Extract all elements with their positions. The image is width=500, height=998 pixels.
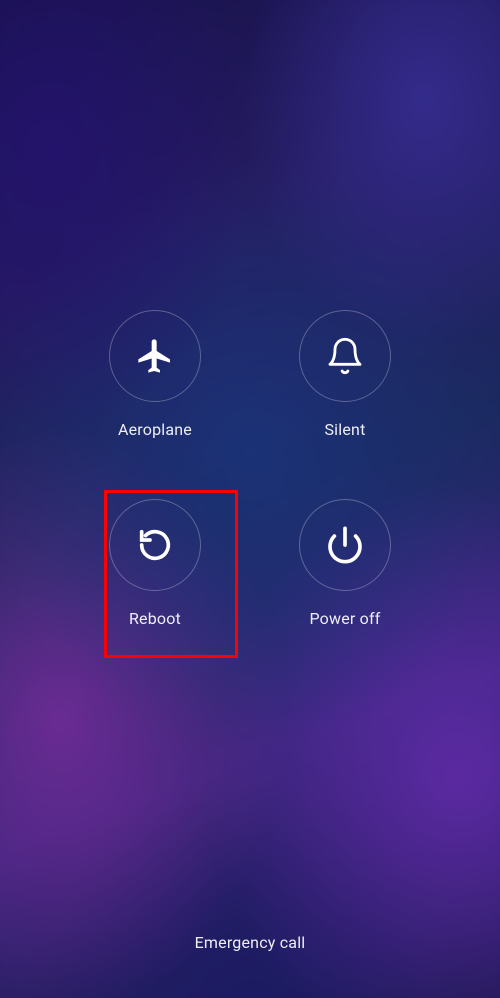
- power-menu-grid: Aeroplane Silent Reboot: [80, 310, 420, 628]
- power-icon: [325, 525, 365, 565]
- silent-label: Silent: [324, 420, 365, 439]
- power-off-label: Power off: [309, 609, 380, 628]
- reboot-icon-circle: [109, 499, 201, 591]
- emergency-call-label: Emergency call: [195, 933, 306, 952]
- reboot-icon: [135, 525, 175, 565]
- emergency-call-button[interactable]: Emergency call: [0, 933, 500, 952]
- airplane-icon: [135, 336, 175, 376]
- aeroplane-mode-button[interactable]: Aeroplane: [80, 310, 230, 439]
- aeroplane-label: Aeroplane: [118, 420, 192, 439]
- reboot-button[interactable]: Reboot: [80, 499, 230, 628]
- reboot-label: Reboot: [129, 609, 181, 628]
- silent-mode-button[interactable]: Silent: [270, 310, 420, 439]
- bell-icon: [325, 336, 365, 376]
- silent-icon-circle: [299, 310, 391, 402]
- aeroplane-icon-circle: [109, 310, 201, 402]
- power-off-button[interactable]: Power off: [270, 499, 420, 628]
- power-off-icon-circle: [299, 499, 391, 591]
